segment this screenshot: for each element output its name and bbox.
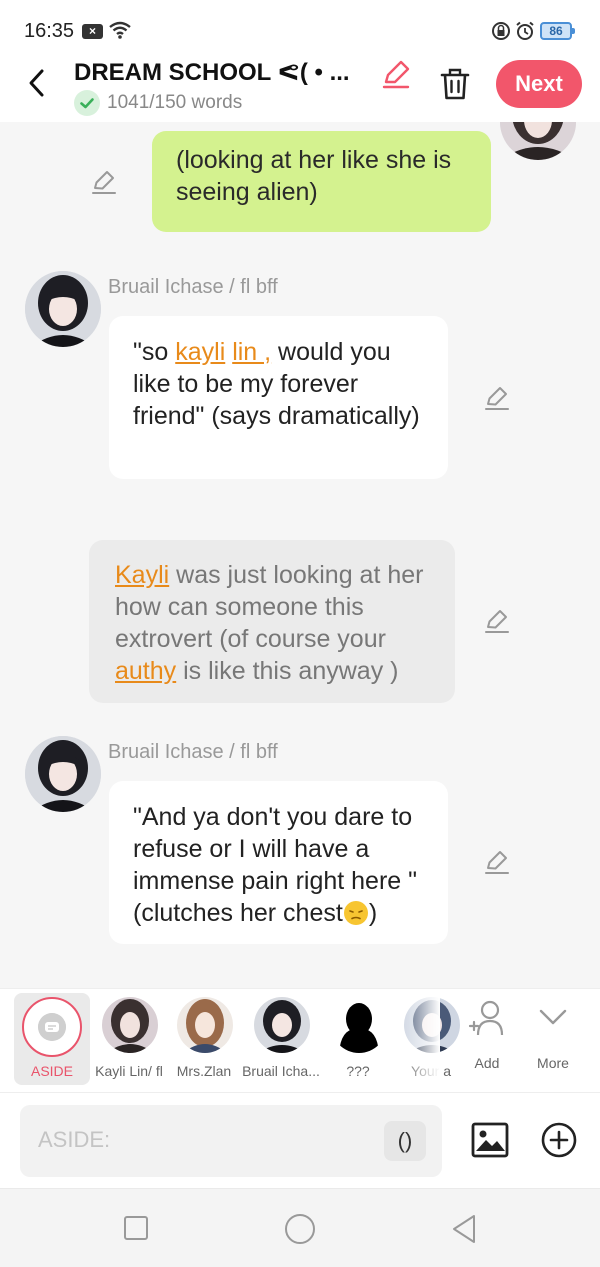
add-user-icon [468, 1000, 504, 1036]
character-avatar [177, 997, 233, 1053]
character-item[interactable]: Bruail Icha... [242, 989, 320, 1093]
edit-message-icon[interactable] [483, 384, 511, 412]
alarm-icon [516, 21, 534, 40]
top-bar: DREAM SCHOOL ᕙ( • ... 1041/150 words Nex… [0, 56, 600, 122]
message-input[interactable]: ASIDE: () [20, 1105, 442, 1177]
home-button[interactable] [284, 1213, 316, 1245]
input-bar: ASIDE: () [0, 1092, 600, 1188]
edit-message-icon[interactable] [90, 168, 118, 196]
character-name: Kayli Lin/ fl [95, 1063, 163, 1079]
scroll-fade [400, 989, 440, 1093]
character-name: Mrs.Zlan [176, 1063, 232, 1079]
character-name: ??? [346, 1063, 370, 1079]
plus-button[interactable] [540, 1121, 578, 1159]
chevron-down-icon [539, 1009, 567, 1025]
highlight-name[interactable]: lin , [232, 338, 271, 366]
next-button[interactable]: Next [496, 60, 582, 108]
recents-button[interactable] [123, 1215, 149, 1241]
aside-bubble[interactable]: Kayli was just looking at her how can so… [89, 540, 455, 703]
image-button[interactable] [470, 1121, 510, 1159]
status-bar: 16:35 × 86 [0, 0, 600, 56]
message-bubble-me[interactable]: (looking at her like she is seeing alien… [152, 131, 491, 232]
back-nav-button[interactable] [450, 1213, 478, 1245]
highlight-name[interactable]: kayli [175, 338, 225, 366]
delete-button[interactable] [438, 66, 472, 102]
character-avatar [102, 997, 158, 1053]
character-item[interactable]: Mrs.Zlan [165, 989, 243, 1093]
character-item[interactable]: Kayli Lin/ fl [90, 989, 168, 1093]
sad-emoji-icon [343, 901, 368, 925]
character-avatar[interactable] [25, 271, 101, 347]
battery-icon: 86 [540, 22, 575, 40]
lock-rotation-icon [492, 22, 510, 40]
aside-label: ASIDE [30, 1063, 73, 1079]
highlight-name[interactable]: Kayli [115, 561, 169, 589]
notification-icon: × [82, 24, 103, 39]
status-time: 16:35 [24, 20, 75, 42]
input-placeholder: ASIDE: [38, 1127, 111, 1152]
check-icon [74, 90, 100, 116]
character-avatar [331, 997, 387, 1053]
aside-icon-ring [22, 997, 82, 1057]
back-button[interactable] [22, 66, 52, 100]
edit-message-icon[interactable] [483, 848, 511, 876]
character-item[interactable]: ??? [319, 989, 397, 1093]
parentheses-button[interactable]: () [384, 1121, 426, 1161]
highlight-name[interactable]: authy [115, 657, 176, 685]
message-text: ) [368, 899, 378, 927]
message-text: is like this anyway ) [176, 657, 399, 685]
chat-area[interactable]: (looking at her like she is seeing alien… [0, 122, 600, 988]
character-selector: ASIDE Kayli Lin/ fl Mrs.Zlan Bruail Icha… [0, 988, 600, 1093]
edit-message-icon[interactable] [483, 607, 511, 635]
system-nav-bar [0, 1188, 600, 1267]
message-bubble-character[interactable]: "And ya don't you dare to refuse or I wi… [109, 781, 448, 944]
character-name: Bruail Icha... [242, 1063, 320, 1079]
more-button[interactable]: More [514, 989, 592, 1093]
speaker-name: Bruail Ichase / fl bff [108, 741, 278, 763]
message-bubble-character[interactable]: "so kayli lin , would you like to be my … [109, 316, 448, 479]
message-text: (looking at her like she is seeing alien… [176, 146, 452, 206]
character-avatar [254, 997, 310, 1053]
story-title[interactable]: DREAM SCHOOL ᕙ( • ... [74, 58, 370, 87]
character-avatar[interactable] [25, 736, 101, 812]
speaker-name: Bruail Ichase / fl bff [108, 276, 278, 298]
message-text: "so [133, 338, 176, 366]
my-avatar[interactable] [500, 122, 576, 160]
word-count: 1041/150 words [107, 92, 243, 113]
aside-tab[interactable]: ASIDE [14, 993, 90, 1085]
wifi-icon [109, 21, 131, 39]
aside-icon [38, 1013, 66, 1041]
edit-title-button[interactable] [380, 58, 412, 90]
more-label: More [537, 1055, 569, 1071]
